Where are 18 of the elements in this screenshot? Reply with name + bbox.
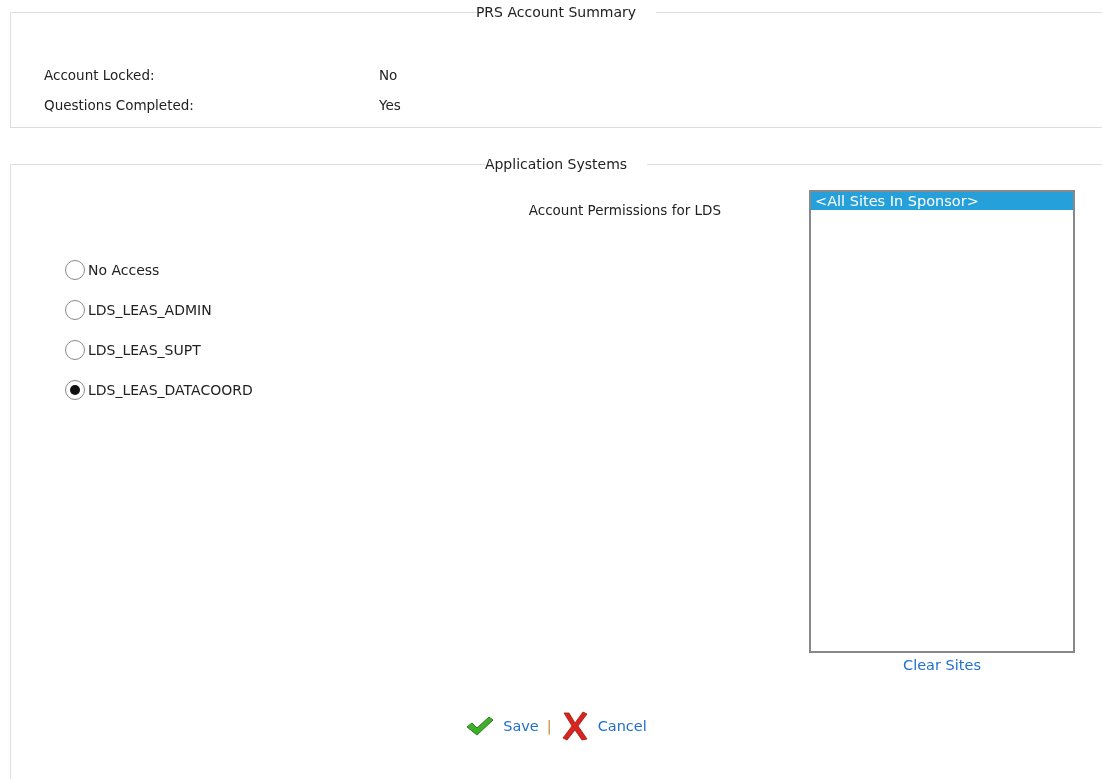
field-label: Questions Completed:: [44, 97, 195, 113]
save-link[interactable]: Save: [503, 718, 539, 734]
panel-title: PRS Account Summary: [474, 4, 638, 20]
sites-listbox[interactable]: <All Sites In Sponsor>: [809, 190, 1075, 653]
checkmark-icon[interactable]: [465, 715, 496, 737]
field-label: Account Locked:: [44, 67, 156, 83]
role-radio[interactable]: No Access: [65, 260, 809, 280]
role-radio[interactable]: LDS_LEAS_DATACOORD: [65, 380, 809, 400]
role-radio[interactable]: LDS_LEAS_SUPT: [65, 340, 809, 360]
cancel-link[interactable]: Cancel: [597, 718, 647, 734]
field-value: Yes: [379, 97, 401, 113]
field-value: No: [379, 67, 398, 83]
panel-title: Application Systems: [483, 156, 629, 172]
site-option[interactable]: <All Sites In Sponsor>: [811, 192, 1073, 210]
separator: |: [546, 718, 552, 734]
clear-sites-link[interactable]: Clear Sites: [903, 657, 981, 673]
permissions-title: Account Permissions for LDS: [528, 202, 721, 218]
role-radio[interactable]: LDS_LEAS_ADMIN: [65, 300, 809, 320]
